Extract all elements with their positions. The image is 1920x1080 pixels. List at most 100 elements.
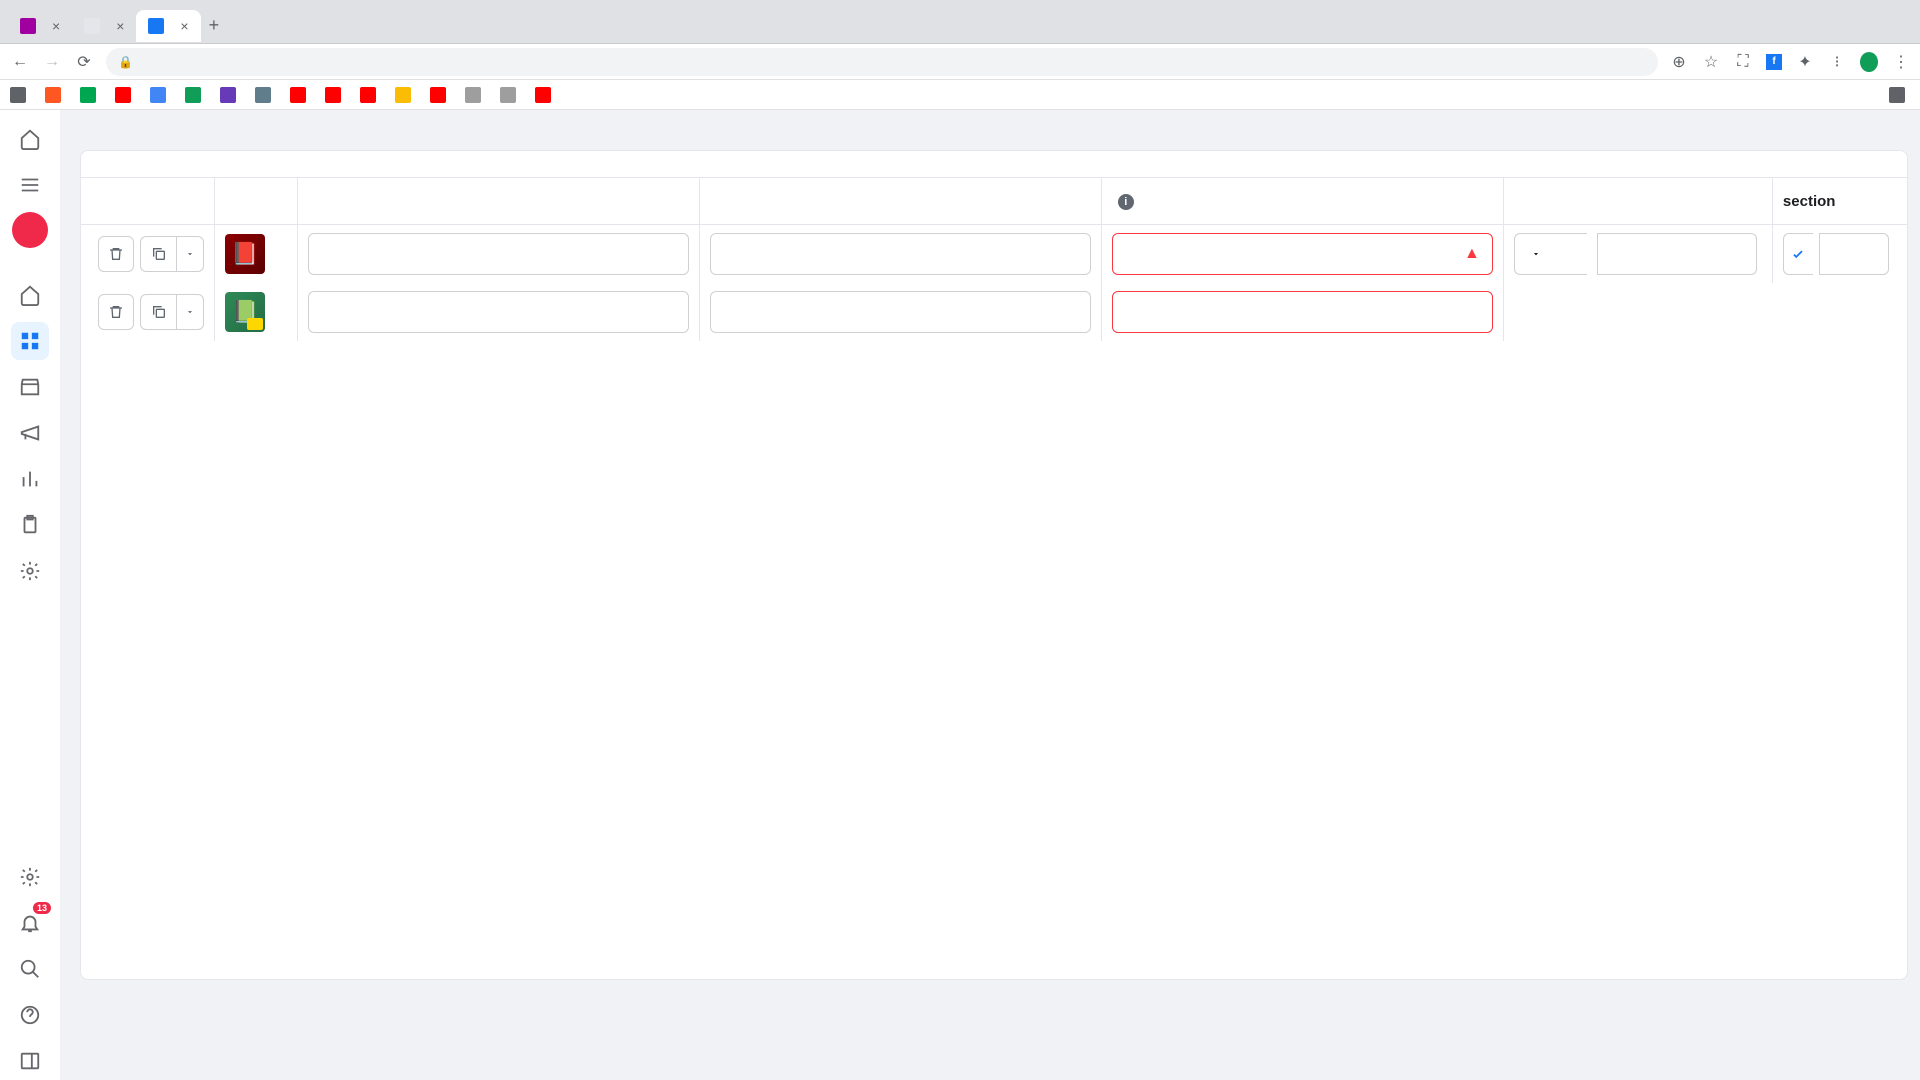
title-field[interactable] — [308, 233, 689, 275]
copy-button[interactable] — [140, 236, 176, 272]
reload-button[interactable]: ⟳ — [74, 52, 94, 72]
gear-icon[interactable] — [11, 858, 49, 896]
th-sale-price: section — [1773, 177, 1907, 225]
fb-extension-icon[interactable]: f — [1766, 54, 1782, 70]
home-icon[interactable] — [11, 120, 49, 158]
url-bar[interactable]: 🔒 — [106, 48, 1658, 76]
close-icon[interactable]: × — [180, 18, 188, 34]
warning-icon: ▲ — [1464, 245, 1480, 263]
th-price — [1504, 177, 1597, 225]
megaphone-icon[interactable] — [11, 414, 49, 452]
th-description — [700, 177, 1102, 225]
back-button[interactable]: ← — [10, 53, 30, 71]
lock-icon: 🔒 — [118, 55, 133, 69]
new-tab-button[interactable]: + — [209, 15, 220, 36]
bookmark-item[interactable] — [255, 87, 276, 103]
catalog-icon[interactable] — [11, 322, 49, 360]
description-field[interactable] — [710, 233, 1091, 275]
table-row: 📗 — [81, 283, 1907, 341]
profile-avatar[interactable] — [12, 212, 48, 248]
gear-icon[interactable] — [11, 552, 49, 590]
summary-row — [81, 151, 1907, 177]
product-table: i section — [81, 177, 1907, 341]
content-card: i section — [80, 150, 1908, 980]
search-icon[interactable] — [11, 950, 49, 988]
browser-tab-3[interactable]: × — [136, 10, 200, 42]
description-field[interactable] — [710, 291, 1091, 333]
product-thumbnail[interactable]: 📕 — [225, 234, 265, 274]
th-actions — [81, 177, 215, 225]
clipboard-icon[interactable] — [11, 506, 49, 544]
th-link: i — [1102, 177, 1504, 225]
delete-button[interactable] — [98, 294, 134, 330]
apps-bookmark[interactable] — [10, 87, 31, 103]
tab-favicon — [148, 18, 164, 34]
forward-button[interactable]: → — [42, 53, 62, 71]
copy-button[interactable] — [140, 294, 176, 330]
left-nav: 13 — [0, 110, 60, 1080]
tab-favicon — [84, 18, 100, 34]
bell-icon[interactable]: 13 — [11, 904, 49, 942]
sale-price-input[interactable] — [1819, 233, 1889, 275]
menu-icon[interactable]: ⁝ — [1828, 53, 1846, 71]
zoom-icon[interactable]: ⊕ — [1670, 53, 1688, 71]
home-nav-icon[interactable] — [11, 276, 49, 314]
bookmark-item[interactable] — [115, 87, 136, 103]
title-input[interactable] — [321, 304, 668, 321]
sidebar-icon[interactable] — [11, 1042, 49, 1080]
menu-icon[interactable] — [11, 166, 49, 204]
bookmark-item[interactable] — [535, 87, 556, 103]
th-images — [215, 177, 297, 225]
star-icon[interactable]: ☆ — [1702, 53, 1720, 71]
close-icon[interactable]: × — [116, 18, 124, 34]
bookmark-item[interactable] — [150, 87, 171, 103]
bookmark-item[interactable] — [80, 87, 101, 103]
copy-dropdown[interactable] — [176, 294, 204, 330]
sale-checkbox[interactable] — [1783, 233, 1813, 275]
app: 13 — [0, 110, 1920, 1080]
price-input[interactable] — [1597, 233, 1757, 275]
page-title — [80, 110, 1920, 150]
more-icon[interactable]: ⋮ — [1892, 53, 1910, 71]
link-field[interactable]: ▲ — [1112, 233, 1493, 275]
product-thumbnail[interactable]: 📗 — [225, 292, 265, 332]
bookmark-item[interactable] — [430, 87, 451, 103]
bookmark-item[interactable] — [45, 87, 66, 103]
browser-tab-strip: × × × + — [0, 0, 1920, 44]
notification-badge: 13 — [33, 902, 51, 914]
close-icon[interactable]: × — [52, 18, 60, 34]
bookmark-item[interactable] — [185, 87, 206, 103]
copy-dropdown[interactable] — [176, 236, 204, 272]
bookmark-item[interactable] — [360, 87, 381, 103]
title-field[interactable] — [308, 291, 689, 333]
title-input[interactable] — [321, 246, 668, 263]
bookmark-item[interactable] — [290, 87, 311, 103]
table-row: 📕 — [81, 225, 1907, 283]
bookmark-item[interactable] — [220, 87, 241, 103]
bookmarks-bar — [0, 80, 1920, 110]
bookmark-item[interactable] — [465, 87, 486, 103]
profile-avatar[interactable] — [1860, 53, 1878, 71]
bookmark-item[interactable] — [500, 87, 521, 103]
browser-tab-1[interactable]: × — [8, 10, 72, 42]
currency-select[interactable] — [1514, 233, 1587, 275]
bookmark-item[interactable] — [395, 87, 416, 103]
analytics-icon[interactable] — [11, 460, 49, 498]
browser-actions: ⊕ ☆ ⛶ f ✦ ⁝ ⋮ — [1670, 53, 1910, 71]
shop-icon[interactable] — [11, 368, 49, 406]
info-icon[interactable]: i — [1118, 194, 1134, 210]
delete-button[interactable] — [98, 236, 134, 272]
help-icon[interactable] — [11, 996, 49, 1034]
reading-list[interactable] — [1889, 87, 1910, 103]
th-title — [298, 177, 700, 225]
browser-tab-2[interactable]: × — [72, 10, 136, 42]
chevron-down-icon — [1531, 249, 1541, 259]
tab-favicon — [20, 18, 36, 34]
th-price-amount — [1597, 177, 1773, 225]
bookmark-item[interactable] — [325, 87, 346, 103]
link-field[interactable] — [1112, 291, 1493, 333]
browser-url-row: ← → ⟳ 🔒 ⊕ ☆ ⛶ f ✦ ⁝ ⋮ — [0, 44, 1920, 80]
extensions-icon[interactable]: ✦ — [1796, 53, 1814, 71]
translate-icon[interactable]: ⛶ — [1734, 53, 1752, 71]
link-input[interactable] — [1125, 246, 1456, 263]
